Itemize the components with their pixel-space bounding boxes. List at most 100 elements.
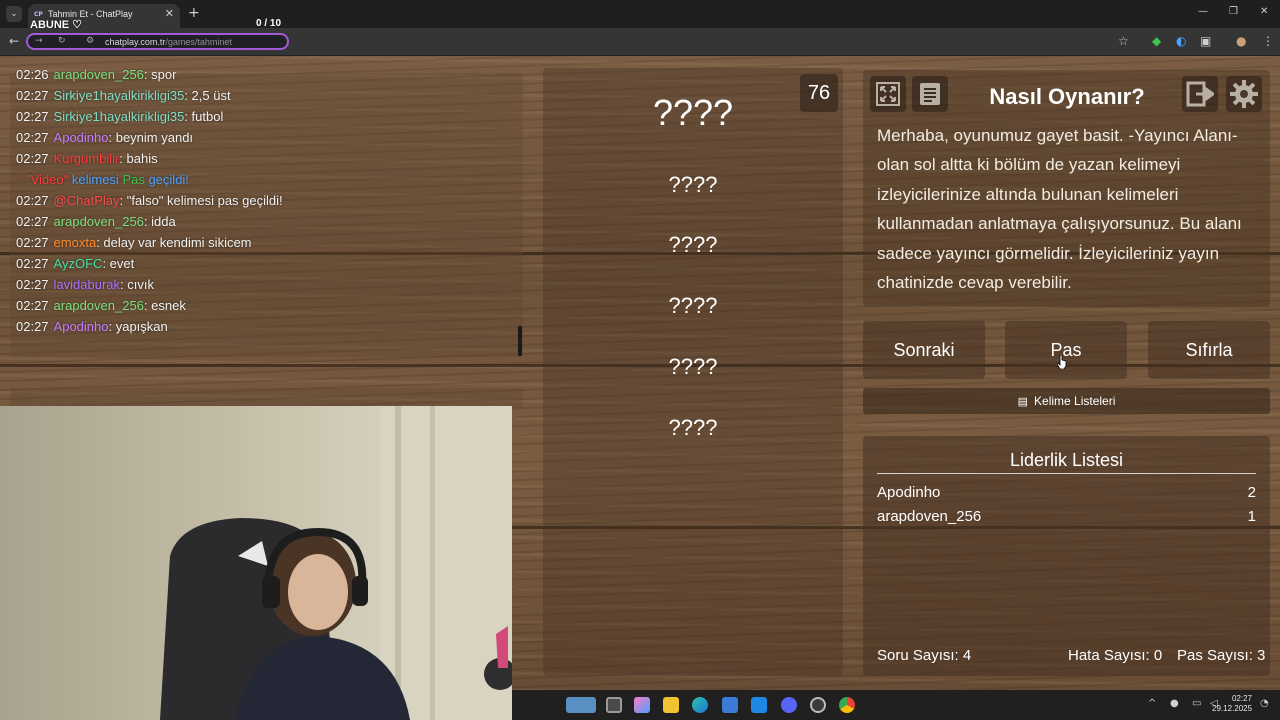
forbidden-word: ???? [668,293,718,318]
edge-icon[interactable] [692,697,708,713]
minimize-icon[interactable]: — [1198,6,1208,17]
how-to-play-title: Nasıl Oynanır? [989,84,1145,109]
chat-username: Sirkiye1hayalkirikligi35 [53,88,185,103]
chat-mention: @ChatPlay [53,193,120,208]
leaderboard-score: 1 [1247,508,1256,525]
mail-icon[interactable] [751,697,767,713]
chat-message: 02:27 emoxta: delay var kendimi sikicem [16,235,252,250]
bookmark-star-icon[interactable]: ☆ [1118,34,1129,48]
file-explorer-icon[interactable] [663,697,679,713]
tray-time[interactable]: 02:27 [1218,694,1252,703]
next-button[interactable]: Sonraki [863,321,985,379]
notepad-icon: ▤ [1017,395,1029,408]
gear-icon [1230,80,1258,108]
question-count: Soru Sayısı: 4 [877,647,972,664]
chat-message: 02:27 Apodinho: yapışkan [16,319,168,334]
leaderboard-name: arapdoven_256 [877,508,982,525]
leaderboard-panel [863,436,1270,676]
store-icon[interactable] [722,697,738,713]
error-count: Hata Sayısı: 0 [1068,647,1163,664]
forbidden-word: ???? [668,172,718,197]
leaderboard-score: 2 [1247,484,1256,501]
notes-button[interactable] [912,76,948,112]
pass-button[interactable]: Pas [1005,321,1127,379]
chat-username: arapdoven_256 [53,298,144,313]
chat-username: emoxta [53,235,97,250]
extensions-puzzle-icon[interactable]: ▣ [1200,34,1211,48]
chat-username: Kurgumbilir [53,151,120,166]
url-field[interactable]: → ↻ ⚙ chatplay.com.tr/games/tahminet [26,33,289,50]
chat-message: 02:27 arapdoven_256: esnek [16,298,186,313]
chat-username: Apodinho [53,130,109,145]
chat-message: 02:27 Apodinho: beynim yandı [16,130,194,145]
chat-message: 02:26 arapdoven_256: spor [16,67,177,82]
extension-audio-icon[interactable]: ◐ [1176,34,1186,48]
tab-search-chevron-icon[interactable]: ⌄ [6,6,22,22]
fullscreen-icon [876,82,900,106]
microphone-icon[interactable]: ● [1170,698,1179,709]
tab-favicon-icon: CP [34,11,43,18]
chrome-icon[interactable] [839,697,855,713]
chat-username: Sirkiye1hayalkirikligi35 [53,109,185,124]
document-icon [920,83,940,105]
chat-message: 02:27 lavidaburak: cıvık [16,277,154,292]
maximize-icon[interactable]: ❐ [1229,6,1238,17]
profile-avatar-icon[interactable]: ● [1236,34,1246,48]
target-word: ???? [652,92,734,133]
chat-message: 02:27 @ChatPlay: "falso" kelimesi pas geç… [16,193,283,208]
address-bar: ← → ↻ ⚙ chatplay.com.tr/games/tahminet ☆… [0,28,1280,56]
tab-close-icon[interactable]: ✕ [165,7,174,20]
forbidden-word: ???? [668,232,718,257]
leaderboard-divider [877,473,1256,474]
extension-shield-icon[interactable]: ◆ [1152,34,1161,48]
obs-icon[interactable] [810,697,826,713]
word-lists-label: Kelime Listeleri [1034,394,1116,408]
reload-icon[interactable]: ↻ [58,36,66,46]
leaderboard-name: Apodinho [877,484,941,501]
notification-bell-icon[interactable]: ◔ [1260,698,1269,709]
exit-button[interactable] [1182,76,1218,112]
widgets-icon[interactable] [566,697,596,713]
back-icon[interactable]: ← [9,34,19,48]
chat-message: 02:27 Kurgumbilir: bahis [16,151,158,166]
browser-menu-icon[interactable]: ⋮ [1262,34,1274,48]
copilot-icon[interactable] [634,697,650,713]
url-host: chatplay.com.tr [105,37,166,47]
url-path: /games/tahminet [165,37,232,47]
task-view-icon[interactable] [606,697,622,713]
chat-username: AyzOFC [53,256,103,271]
tray-chevron-icon[interactable]: ^ [1148,698,1156,709]
chat-username: arapdoven_256 [53,214,144,229]
site-info-icon[interactable]: ⚙ [86,36,94,46]
reset-button[interactable]: Sıfırla [1148,321,1270,379]
how-to-play-text: Merhaba, oyunumuz gayet basit. -Yayıncı … [877,126,1242,293]
fullscreen-button[interactable] [870,76,906,112]
new-tab-icon[interactable]: + [188,5,200,21]
leaderboard-row: arapdoven_256 1 [877,508,1256,525]
pass-count: Pas Sayısı: 3 [1177,647,1266,664]
chat-message: 02:27 AyzOFC: evet [16,256,135,271]
webcam-overlay [0,406,512,720]
tray-date[interactable]: 29.12.2025 [1212,704,1252,713]
chat-scrollbar[interactable] [518,326,522,356]
word-lists-button[interactable]: ▤ Kelime Listeleri [863,388,1270,414]
chat-system-notice: "Video" kelimesi Pas geçildi! [26,172,189,187]
streamer-area-panel [10,388,523,408]
forward-icon[interactable]: → [35,36,43,46]
webcam-scene [160,406,512,720]
leaderboard-row: Apodinho 2 [877,484,1256,501]
window-close-icon[interactable]: ✕ [1260,6,1268,17]
chat-message: 02:27 arapdoven_256: idda [16,214,176,229]
chat-username: lavidaburak [53,277,121,292]
network-icon[interactable]: ▭ [1192,698,1201,709]
person-face [288,554,348,630]
chat-username: arapdoven_256 [53,67,144,82]
forbidden-word: ???? [668,415,718,440]
chat-message: 02:27 Sirkiye1hayalkirikligi35: futbol [16,109,224,124]
discord-icon[interactable] [781,697,797,713]
forbidden-word: ???? [668,354,718,379]
browser-tab-bar: ⌄ CP Tahmin Et - ChatPlay ✕ + — ❐ ✕ [0,0,1280,28]
settings-button[interactable] [1226,76,1262,112]
exit-icon [1186,81,1214,107]
windows-taskbar: ^ ● ▭ ◁ 02:27 29.12.2025 ◔ [512,690,1280,720]
